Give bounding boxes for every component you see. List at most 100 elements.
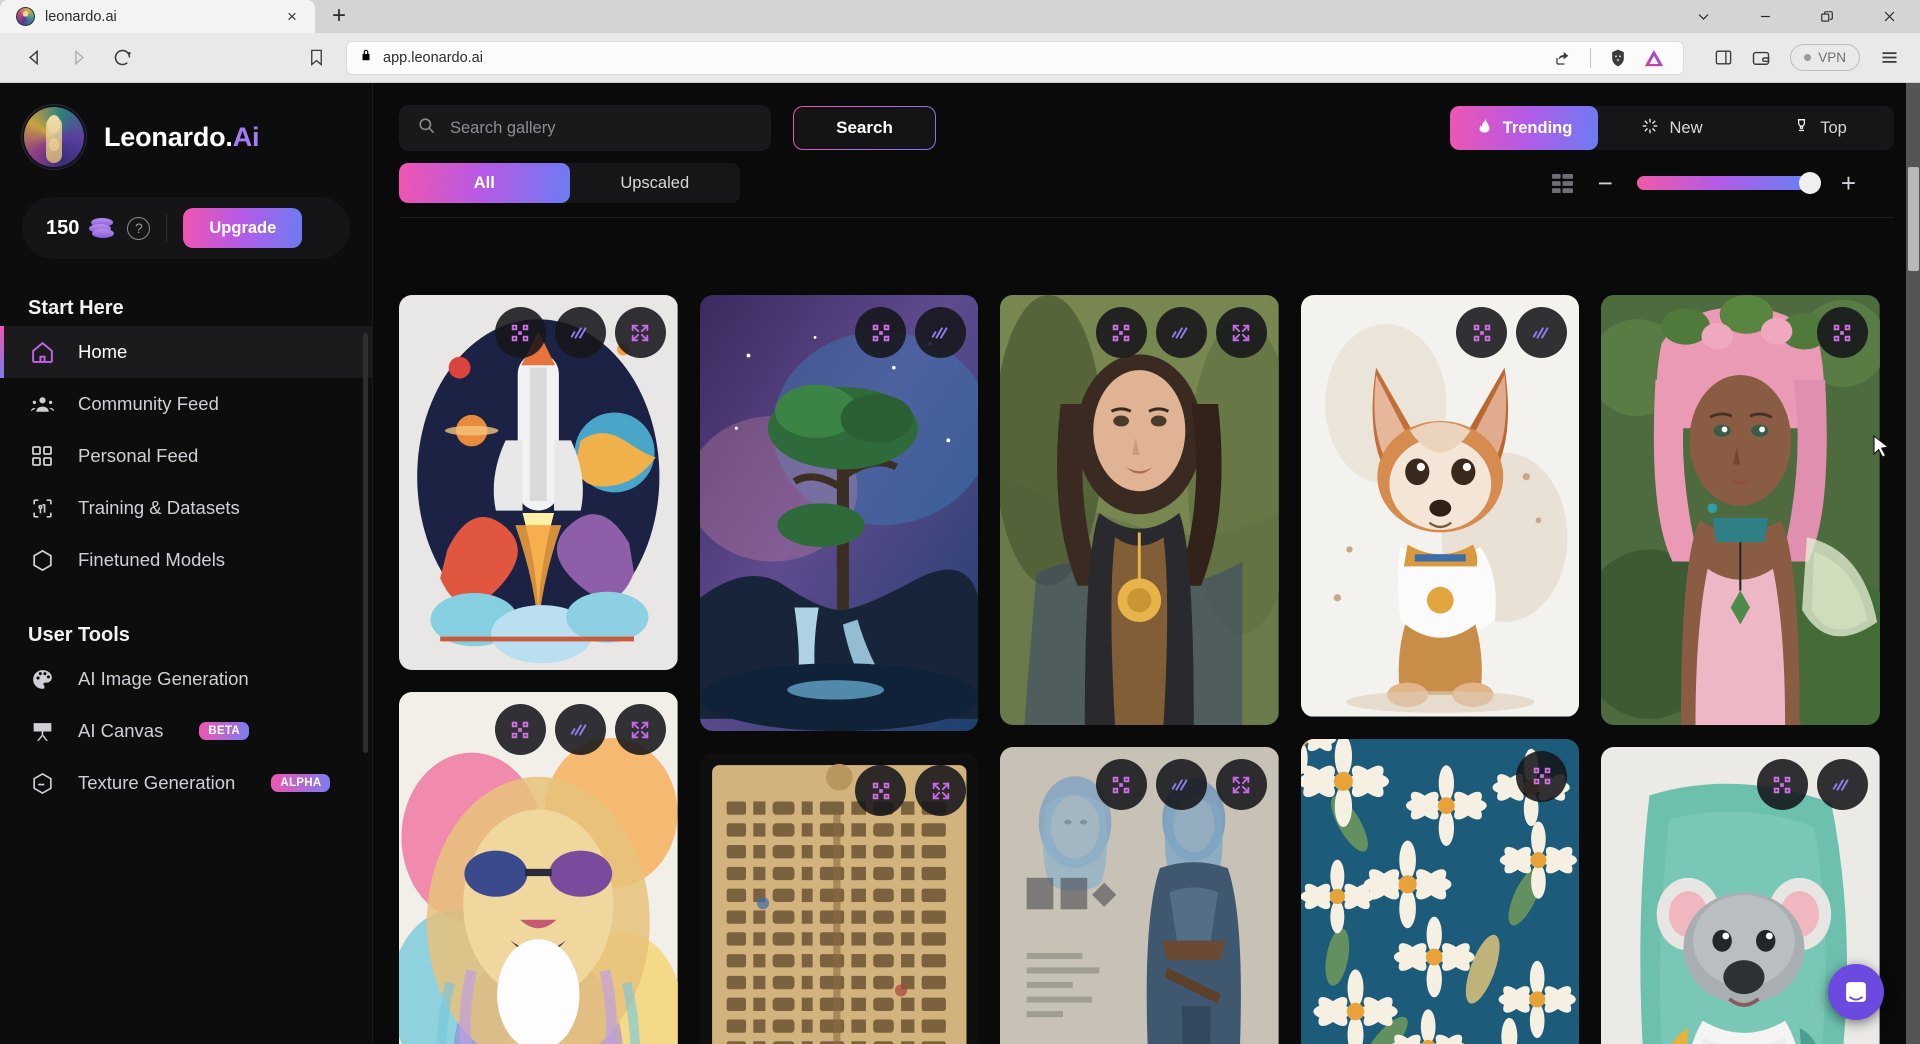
gallery-card[interactable] (699, 753, 979, 1044)
motion-icon[interactable] (1155, 759, 1207, 810)
sidebar-item-finetuned-models[interactable]: Finetuned Models (0, 534, 372, 586)
sidebar-item-community-feed[interactable]: Community Feed (0, 378, 372, 430)
new-tab-button[interactable]: + (321, 1, 357, 31)
remix-icon[interactable] (1095, 307, 1147, 358)
remix-icon[interactable] (1756, 759, 1808, 810)
brave-rewards-triangle-icon[interactable] (1637, 41, 1671, 75)
sidebar-scrollbar[interactable] (363, 333, 368, 753)
gallery-card[interactable] (1300, 295, 1580, 717)
card-actions (494, 307, 666, 358)
browser-tab[interactable]: leonardo.ai × (0, 0, 315, 33)
sidebar-item-ai-canvas[interactable]: AI Canvas BETA (0, 705, 372, 757)
motion-icon[interactable] (554, 307, 606, 358)
back-arrow-icon[interactable] (14, 39, 54, 77)
expand-icon[interactable] (1215, 759, 1267, 810)
motion-icon[interactable] (554, 704, 606, 756)
restore-icon[interactable] (1796, 0, 1858, 33)
brave-wallet-icon[interactable] (1744, 41, 1778, 75)
address-bar[interactable]: app.leonardo.ai (346, 40, 1685, 75)
zoom-out-button[interactable]: − (1598, 170, 1613, 196)
remix-icon[interactable] (1516, 750, 1568, 802)
hamburger-menu-icon[interactable] (1872, 41, 1906, 75)
card-actions (855, 765, 967, 817)
remix-icon[interactable] (1816, 307, 1868, 358)
help-circle-icon[interactable]: ? (127, 216, 151, 240)
sidebar-item-label: Personal Feed (78, 445, 199, 466)
grid-layout-icon[interactable] (1551, 173, 1574, 194)
expand-icon[interactable] (1215, 307, 1267, 358)
sidebar-item-label: AI Canvas (78, 720, 164, 741)
remix-icon[interactable] (1456, 307, 1508, 358)
tab-top[interactable]: Top (1746, 106, 1894, 150)
brave-shields-lion-icon[interactable] (1601, 41, 1635, 75)
vpn-status-dot (1804, 54, 1812, 61)
gallery-card[interactable] (1601, 295, 1880, 725)
zoom-slider-handle[interactable] (1798, 172, 1821, 194)
sidebar-item-home[interactable]: Home (0, 326, 372, 378)
image-gallery[interactable] (373, 295, 1906, 1044)
tab-title: leonardo.ai (45, 8, 117, 25)
motion-icon[interactable] (1155, 307, 1207, 358)
tab-trending[interactable]: Trending (1450, 106, 1598, 150)
remix-icon[interactable] (855, 765, 907, 817)
palette-icon (28, 665, 56, 693)
brand-logo-area[interactable]: Leonardo.Ai (0, 83, 372, 169)
tab-new[interactable]: New (1598, 106, 1746, 150)
share-icon[interactable] (1546, 41, 1580, 75)
motion-icon[interactable] (1816, 759, 1868, 810)
search-button[interactable]: Search (793, 106, 936, 150)
bookmark-icon[interactable] (296, 39, 336, 77)
gallery-card[interactable] (1000, 747, 1279, 1044)
trophy-icon (1793, 117, 1810, 139)
gallery-card[interactable] (1000, 295, 1279, 725)
sidebar-item-ai-image-generation[interactable]: AI Image Generation (0, 653, 372, 705)
reload-icon[interactable] (102, 39, 142, 77)
card-actions (1816, 307, 1868, 358)
close-icon[interactable] (1858, 0, 1920, 33)
page-scrollbar-thumb[interactable] (1908, 167, 1919, 271)
search-input-wrapper[interactable] (399, 105, 771, 151)
gallery-card[interactable] (399, 295, 678, 671)
forward-arrow-icon[interactable] (58, 39, 98, 77)
vpn-label: VPN (1818, 50, 1846, 65)
gallery-card[interactable] (699, 295, 979, 732)
minimize-icon[interactable] (1734, 0, 1796, 33)
remix-icon[interactable] (855, 307, 907, 358)
vpn-button[interactable]: VPN (1790, 44, 1860, 71)
motion-icon[interactable] (1516, 307, 1568, 358)
dataset-chip-icon (28, 494, 56, 522)
expand-icon[interactable] (614, 307, 666, 358)
zoom-in-button[interactable]: + (1841, 170, 1856, 196)
sidebar-section-title: Start Here (28, 297, 124, 319)
intercom-chat-icon[interactable] (1828, 964, 1884, 1020)
sidebar-item-personal-feed[interactable]: Personal Feed (0, 430, 372, 482)
remix-icon[interactable] (494, 704, 546, 756)
remix-icon[interactable] (1095, 759, 1147, 810)
zoom-slider[interactable] (1636, 172, 1821, 194)
tab-all[interactable]: All (399, 163, 570, 203)
sidebar-item-texture-generation[interactable]: Texture Generation ALPHA (0, 757, 372, 809)
gallery-card[interactable] (1300, 738, 1580, 1044)
gallery-card[interactable] (399, 692, 678, 1044)
sidebar-item-label: AI Image Generation (78, 668, 249, 689)
expand-icon[interactable] (614, 704, 666, 756)
divider (166, 215, 168, 241)
search-input[interactable] (450, 118, 753, 138)
tab-upscaled[interactable]: Upscaled (570, 163, 741, 203)
sidebar-item-training-datasets[interactable]: Training & Datasets (0, 482, 372, 534)
divider (1590, 47, 1592, 68)
upgrade-button[interactable]: Upgrade (183, 208, 303, 248)
close-icon[interactable]: × (279, 4, 305, 30)
sort-tabs: Trending New Top (1450, 106, 1894, 150)
gallery-image (699, 295, 979, 732)
motion-icon[interactable] (915, 307, 967, 358)
page-scrollbar[interactable] (1906, 83, 1920, 1044)
expand-icon[interactable] (915, 765, 967, 817)
leonardo-favicon-icon (16, 7, 35, 26)
card-actions (1516, 750, 1568, 802)
chevron-down-icon[interactable] (1672, 0, 1734, 33)
sidebar-panel-icon[interactable] (1706, 41, 1740, 75)
leonardo-avatar-logo (22, 105, 86, 169)
card-actions (1456, 307, 1568, 358)
remix-icon[interactable] (494, 307, 546, 358)
